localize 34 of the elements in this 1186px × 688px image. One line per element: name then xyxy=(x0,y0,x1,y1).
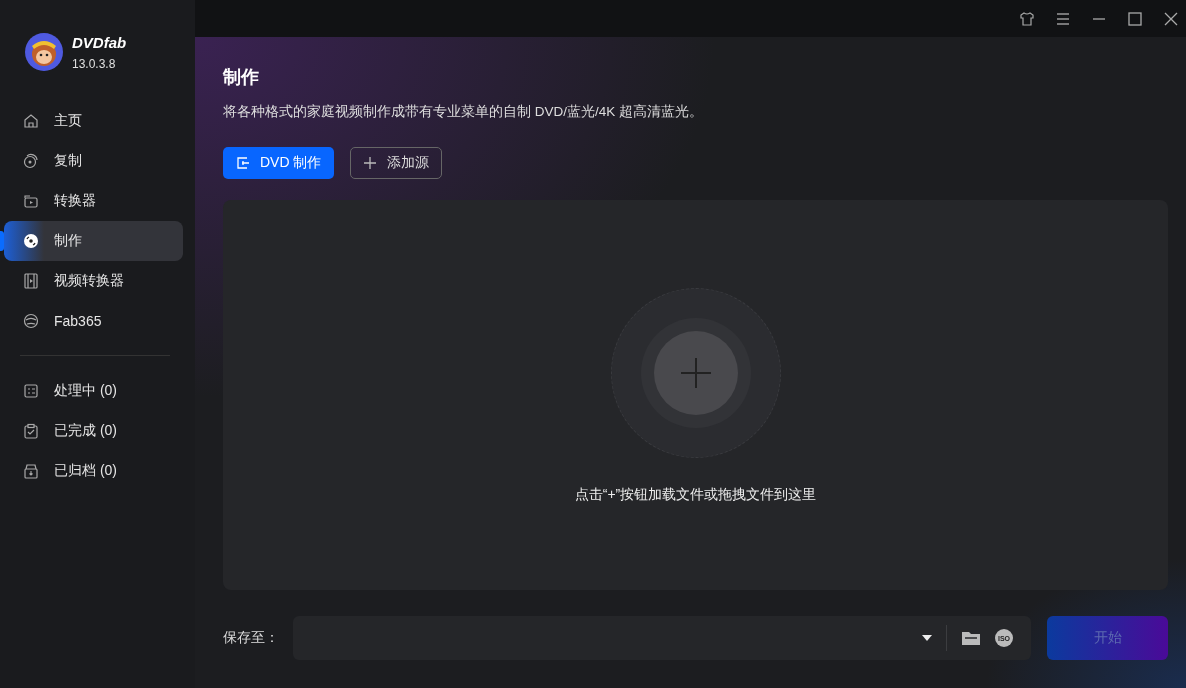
film-icon xyxy=(22,272,40,290)
sidebar-item[interactable]: 主页 xyxy=(4,101,183,141)
folder-play-icon xyxy=(22,192,40,210)
plus-icon xyxy=(679,357,712,389)
clipboard-check-icon xyxy=(22,422,40,440)
monkey-mascot-logo xyxy=(24,32,64,72)
sidebar-item[interactable]: 转换器 xyxy=(4,181,183,221)
sidebar-item[interactable]: 复制 xyxy=(4,141,183,181)
house-icon xyxy=(22,112,40,130)
app-name: DVDfab xyxy=(72,33,127,51)
drop-hint: 点击“+”按钮加载文件或拖拽文件到这里 xyxy=(574,486,817,504)
sidebar-item[interactable]: 处理中 (0) xyxy=(4,371,183,411)
sidebar-item[interactable]: 制作 xyxy=(4,221,183,261)
sidebar-item[interactable]: 已归档 (0) xyxy=(4,451,183,491)
sidebar-item[interactable]: 已完成 (0) xyxy=(4,411,183,451)
globe-icon xyxy=(22,312,40,330)
sidebar-item[interactable]: 视频转换器 xyxy=(4,261,183,301)
drop-zone[interactable]: 点击“+”按钮加载文件或拖拽文件到这里 xyxy=(223,200,1168,590)
exit-box-icon xyxy=(236,156,250,170)
disc-icon xyxy=(22,232,40,250)
maximize-icon[interactable] xyxy=(1126,9,1144,28)
page-title: 制作 xyxy=(223,66,260,89)
save-to-label: 保存至： xyxy=(223,629,279,647)
dvd-create-button[interactable]: DVD 制作 xyxy=(223,147,335,179)
page-description: 将各种格式的家庭视频制作成带有专业菜单的自制 DVD/蓝光/4K 超高清蓝光。 xyxy=(223,103,705,121)
folder-icon[interactable] xyxy=(961,630,981,646)
list-icon xyxy=(22,382,40,400)
add-source-button[interactable]: 添加源 xyxy=(350,147,443,179)
sidebar-item[interactable]: Fab365 xyxy=(4,301,183,341)
plus-icon xyxy=(363,156,378,170)
archive-box-icon xyxy=(22,462,40,480)
app-version: 13.0.3.8 xyxy=(72,56,117,71)
dropdown-caret-icon[interactable] xyxy=(922,635,932,641)
disc-icon xyxy=(22,152,40,170)
